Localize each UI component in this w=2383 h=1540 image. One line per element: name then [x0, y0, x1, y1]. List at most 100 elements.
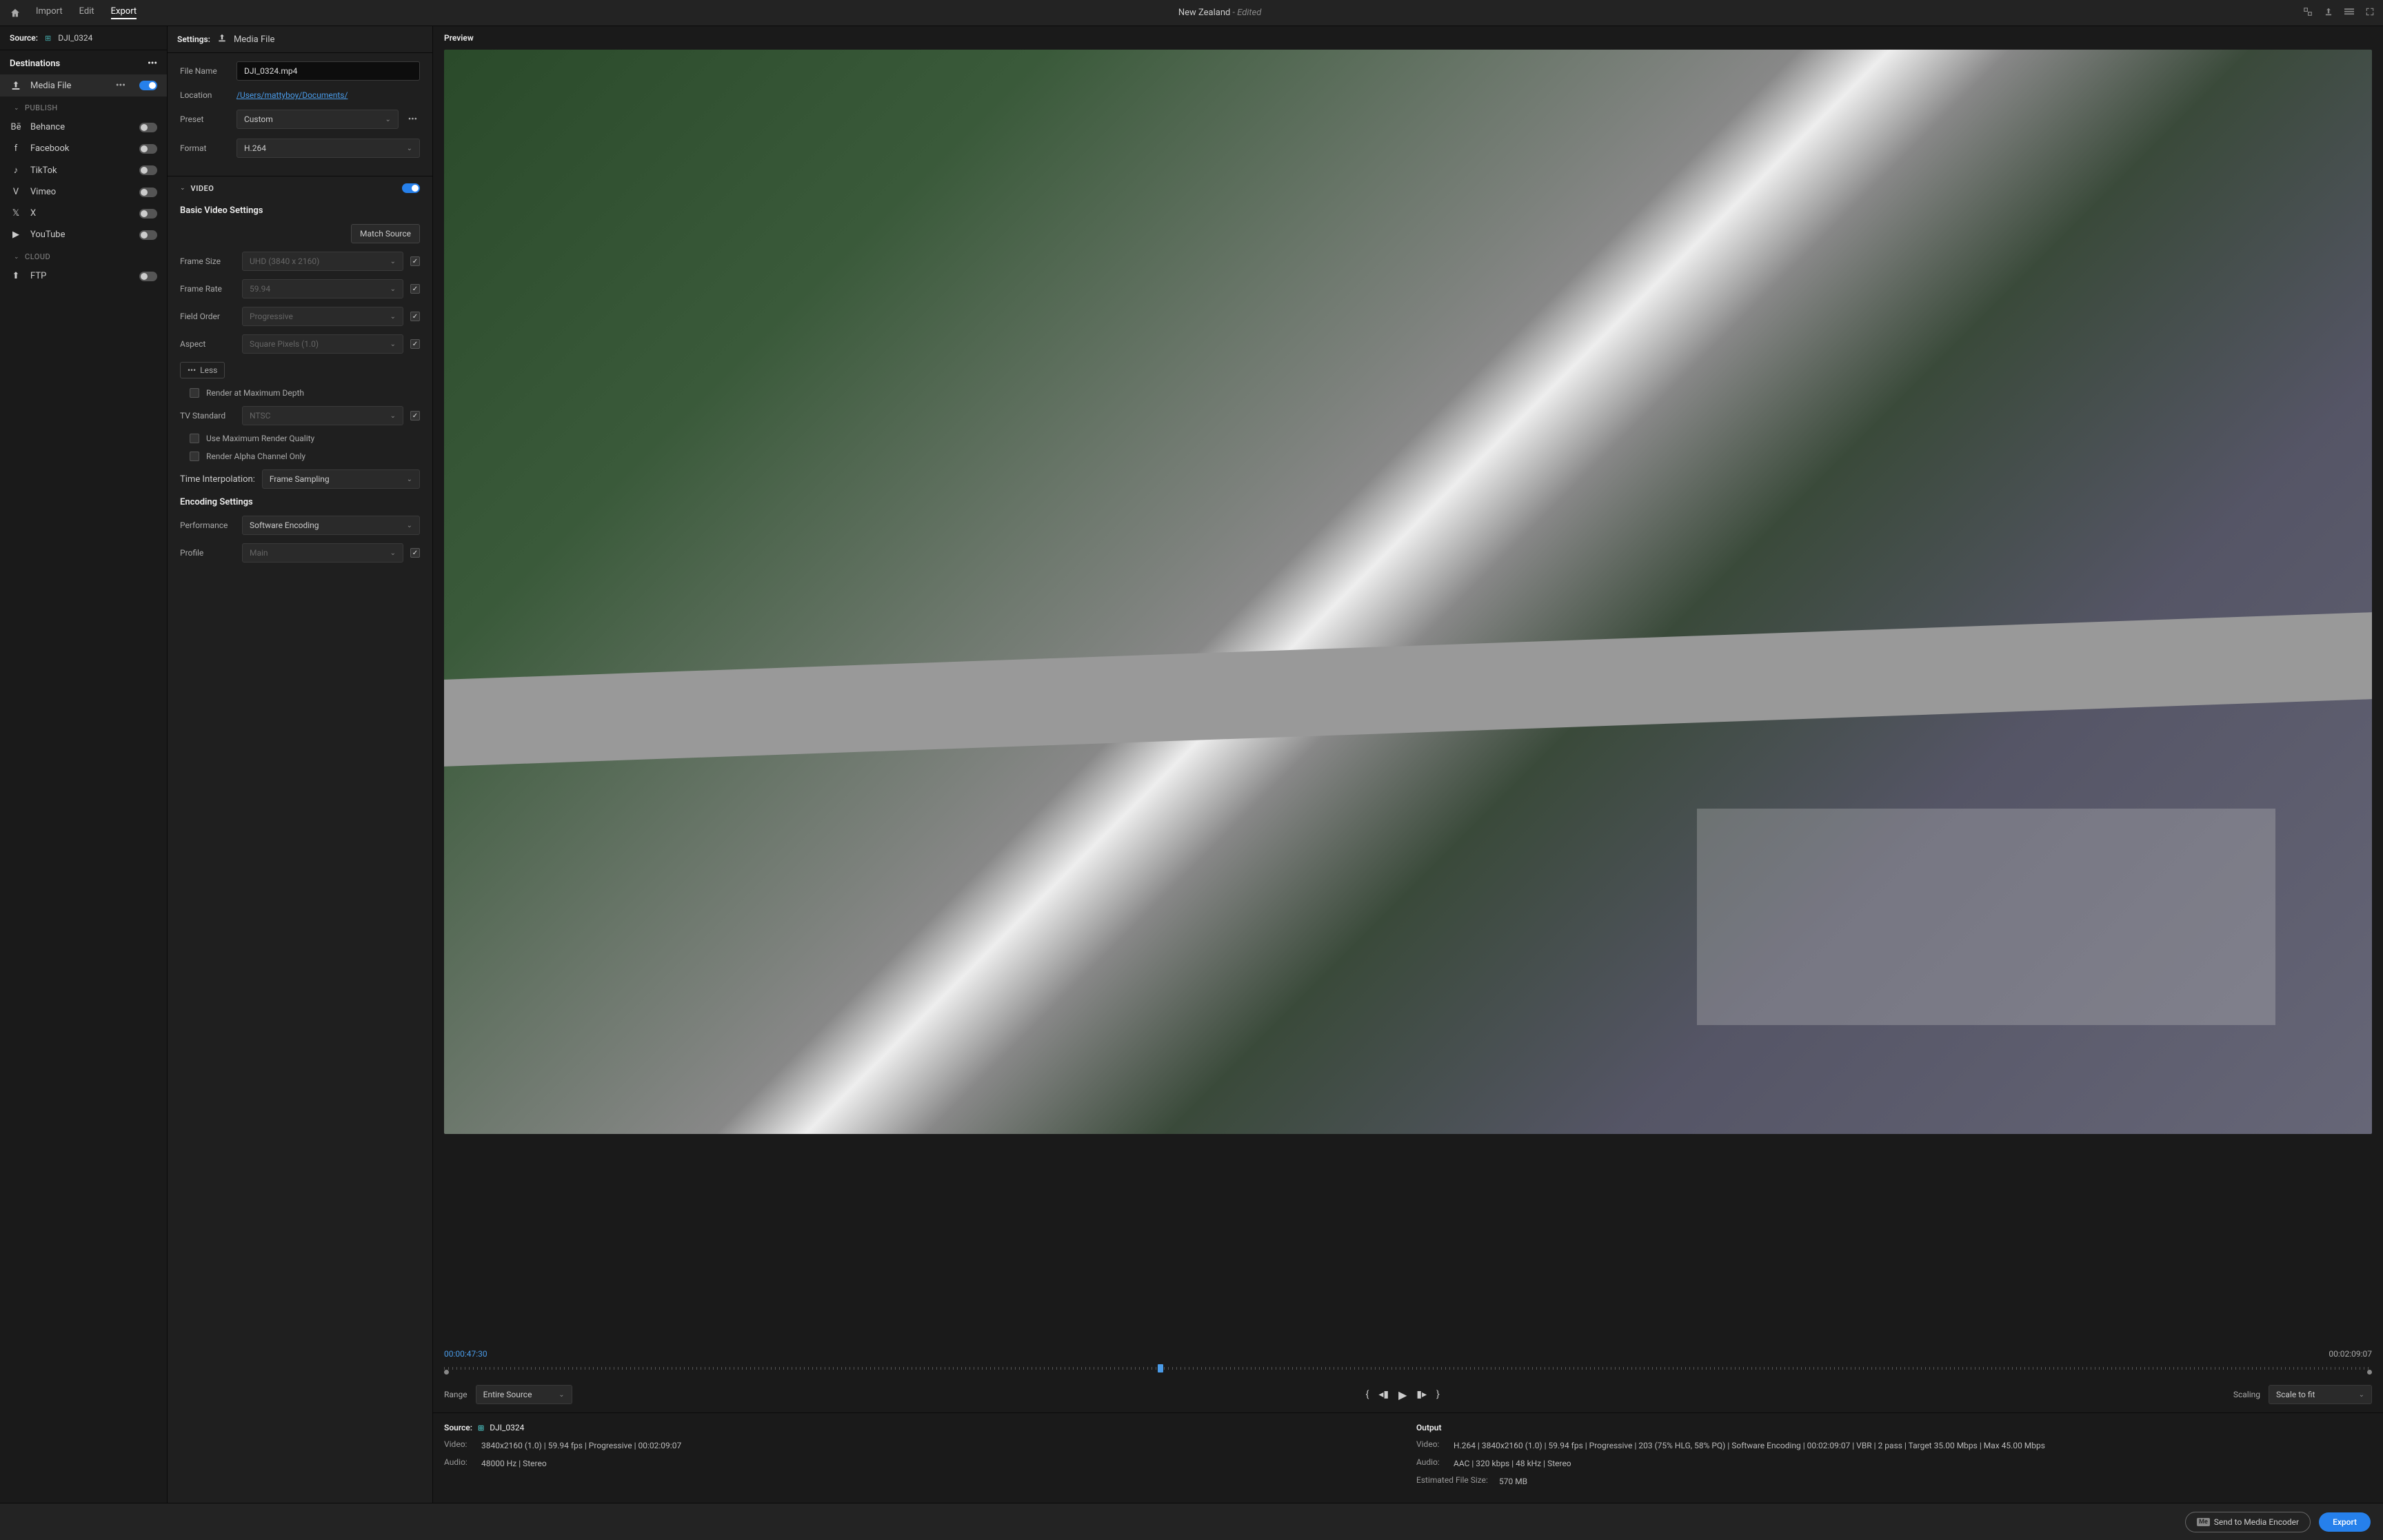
dest-publish-x[interactable]: 𝕏X [0, 203, 167, 224]
cloud-group-header[interactable]: ⌄ CLOUD [0, 245, 167, 265]
youtube-icon: ▶ [10, 230, 22, 240]
range-select[interactable]: Entire Source⌄ [476, 1385, 572, 1404]
in-point-handle[interactable] [444, 1370, 449, 1375]
dest-publish-facebook[interactable]: f Facebook [0, 138, 167, 159]
preview-header: Preview [433, 26, 2383, 50]
range-label: Range [444, 1390, 467, 1399]
performance-select[interactable]: Software Encoding⌄ [242, 516, 420, 535]
publish-group-header[interactable]: ⌄ PUBLISH [0, 97, 167, 116]
frame-rate-checkbox[interactable] [410, 284, 420, 294]
facebook-icon: f [10, 143, 22, 154]
play-icon[interactable]: ▶ [1398, 1388, 1407, 1401]
time-interp-select[interactable]: Frame Sampling⌄ [262, 469, 420, 489]
dest-toggle[interactable] [139, 188, 157, 197]
dest-label: FTP [30, 271, 131, 281]
aspect-select[interactable]: Square Pixels (1.0)⌄ [242, 334, 403, 354]
format-select[interactable]: H.264⌄ [237, 139, 420, 158]
share-icon[interactable] [2324, 7, 2333, 19]
render-max-depth-label: Render at Maximum Depth [206, 388, 304, 398]
profile-checkbox[interactable] [410, 548, 420, 558]
dest-publish-vimeo[interactable]: VVimeo [0, 181, 167, 203]
location-link[interactable]: /Users/mattyboy/Documents/ [237, 90, 348, 100]
performance-label: Performance [180, 520, 235, 530]
video-section-toggle[interactable] [402, 183, 420, 193]
frame-size-select[interactable]: UHD (3840 x 2160)⌄ [242, 252, 403, 271]
preset-more-icon[interactable]: ••• [405, 114, 420, 125]
match-source-button[interactable]: Match Source [351, 224, 420, 243]
source-name: DJI_0324 [58, 33, 92, 43]
render-alpha-label: Render Alpha Channel Only [206, 452, 305, 461]
dest-publish-youtube[interactable]: ▶ YouTube [0, 224, 167, 245]
render-alpha-checkbox[interactable] [190, 452, 199, 461]
media-file-more-icon[interactable]: ••• [116, 80, 125, 91]
use-max-quality-checkbox[interactable] [190, 434, 199, 443]
behance-icon: Bē [10, 122, 22, 132]
mark-out-icon[interactable]: } [1436, 1389, 1440, 1400]
field-order-checkbox[interactable] [410, 312, 420, 321]
file-name-input[interactable] [237, 61, 420, 81]
dest-cloud-ftp[interactable]: ⬆ FTP [0, 265, 167, 287]
dest-toggle[interactable] [139, 144, 157, 154]
chevron-down-icon: ⌄ [14, 254, 19, 261]
profile-label: Profile [180, 548, 235, 558]
dest-publish-behance[interactable]: Bē Behance [0, 116, 167, 138]
home-icon[interactable] [8, 6, 22, 20]
dest-label: X [30, 208, 131, 219]
ftp-icon: ⬆ [10, 271, 22, 281]
timeline[interactable] [444, 1361, 2372, 1375]
profile-select[interactable]: Main⌄ [242, 543, 403, 563]
send-to-media-encoder-button[interactable]: Me Send to Media Encoder [2185, 1512, 2311, 1532]
media-encoder-icon: Me [2197, 1518, 2210, 1526]
mark-in-icon[interactable]: { [1366, 1389, 1369, 1400]
tv-standard-checkbox[interactable] [410, 411, 420, 421]
aspect-checkbox[interactable] [410, 339, 420, 349]
preset-label: Preset [180, 114, 230, 124]
field-order-select[interactable]: Progressive⌄ [242, 307, 403, 326]
video-section-header[interactable]: ⌄ VIDEO [168, 176, 432, 200]
info-output-header: Output [1416, 1423, 2372, 1432]
preset-select[interactable]: Custom⌄ [237, 110, 399, 129]
dest-label: YouTube [30, 230, 131, 240]
fullscreen-icon[interactable] [2365, 7, 2375, 19]
dest-toggle[interactable] [139, 230, 157, 240]
frame-size-checkbox[interactable] [410, 256, 420, 266]
step-forward-icon[interactable]: ▮▸ [1416, 1389, 1427, 1400]
tab-export[interactable]: Export [111, 6, 137, 19]
media-file-icon [10, 80, 22, 91]
dest-label: TikTok [30, 165, 131, 176]
workspace-icon[interactable] [2303, 7, 2313, 19]
info-source-header: Source: ⊞ DJI_0324 [444, 1423, 1400, 1432]
less-button[interactable]: ••• Less [180, 362, 225, 378]
tab-edit[interactable]: Edit [79, 6, 94, 19]
dest-label: Behance [30, 122, 131, 132]
step-back-icon[interactable]: ◂▮ [1378, 1389, 1389, 1400]
dest-publish-tiktok[interactable]: ♪TikTok [0, 159, 167, 181]
scaling-select[interactable]: Scale to fit⌄ [2269, 1385, 2372, 1404]
dest-label: Facebook [30, 143, 131, 154]
use-max-quality-label: Use Maximum Render Quality [206, 434, 314, 443]
topbar: Import Edit Export New Zealand - Edited [0, 0, 2383, 26]
export-button[interactable]: Export [2319, 1512, 2371, 1532]
preview-canvas[interactable] [444, 50, 2372, 1134]
chevron-down-icon: ⌄ [180, 185, 185, 192]
media-file-toggle[interactable] [139, 81, 157, 90]
dest-toggle[interactable] [139, 209, 157, 219]
destinations-more-icon[interactable]: ••• [148, 59, 157, 69]
out-point-handle[interactable] [2367, 1370, 2372, 1375]
scaling-label: Scaling [2233, 1390, 2260, 1399]
playhead[interactable] [1158, 1364, 1163, 1372]
dest-media-file[interactable]: Media File ••• [0, 74, 167, 97]
media-file-icon [217, 33, 227, 45]
frame-rate-select[interactable]: 59.94⌄ [242, 279, 403, 298]
destinations-header: Destinations ••• [0, 50, 167, 74]
dest-toggle[interactable] [139, 165, 157, 175]
render-max-depth-checkbox[interactable] [190, 388, 199, 398]
tv-standard-select[interactable]: NTSC⌄ [242, 406, 403, 425]
dest-toggle[interactable] [139, 123, 157, 132]
clip-icon: ⊞ [45, 34, 51, 43]
tab-import[interactable]: Import [36, 6, 63, 19]
menu-icon[interactable] [2344, 7, 2354, 19]
dest-toggle[interactable] [139, 272, 157, 281]
timecode-current[interactable]: 00:00:47:30 [444, 1349, 487, 1359]
settings-panel: Settings: Media File File Name Location … [168, 26, 433, 1503]
